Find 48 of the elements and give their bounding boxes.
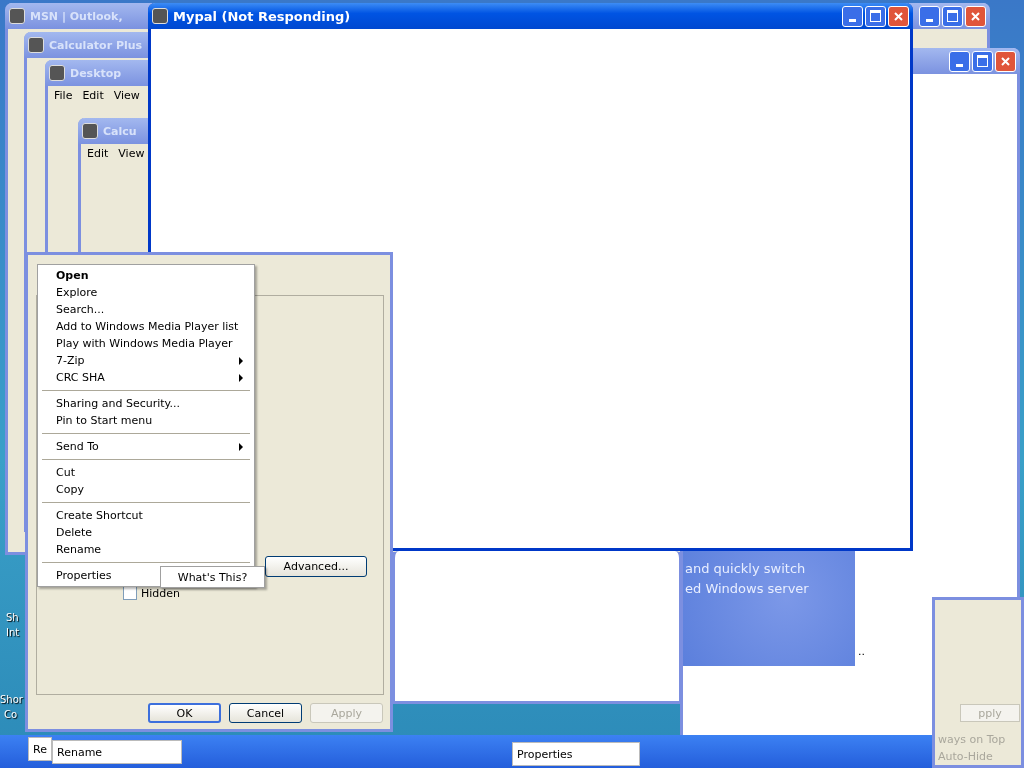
app-icon xyxy=(9,8,25,24)
taskbar-item[interactable]: Properties xyxy=(512,742,640,766)
option-label: ways on Top xyxy=(938,733,1006,746)
dialog-button[interactable]: Cancel xyxy=(229,703,302,723)
app-icon xyxy=(82,123,98,139)
tooltip: What's This? xyxy=(160,566,265,588)
window-title: Calcu xyxy=(103,124,137,138)
taskbar-item[interactable]: Rename xyxy=(52,740,182,764)
menu-item[interactable]: Pin to Start menu xyxy=(41,412,251,429)
menu-item[interactable]: Explore xyxy=(41,284,251,301)
dialog-button[interactable]: OK xyxy=(148,703,221,723)
desktop-icon-label[interactable]: Co xyxy=(4,709,18,720)
menu-item[interactable]: View xyxy=(113,89,140,102)
window-title: MSN | Outlook, xyxy=(30,9,123,23)
menu-item[interactable]: Open xyxy=(41,267,251,284)
minimize-icon[interactable] xyxy=(842,5,863,27)
option-label: Auto-Hide xyxy=(938,750,993,763)
advanced-button[interactable]: Advanced... xyxy=(265,556,367,577)
window-title: Mypal (Not Responding) xyxy=(173,8,351,24)
menu-item[interactable]: CRC SHA xyxy=(41,369,251,386)
menu-item[interactable]: Rename xyxy=(41,541,251,558)
app-icon xyxy=(49,65,65,81)
menu-item[interactable]: Copy xyxy=(41,481,251,498)
app-icon xyxy=(28,37,44,53)
app-icon xyxy=(152,8,168,24)
ellipsis-text: .. xyxy=(858,645,865,658)
menu-item[interactable]: Create Shortcut xyxy=(41,507,251,524)
checkbox-label: Hidden xyxy=(141,586,181,600)
menu-item[interactable]: Sharing and Security... xyxy=(41,395,251,412)
menu-item[interactable]: Send To xyxy=(41,438,251,455)
splash-text: ed Windows server xyxy=(685,580,810,598)
menu-item[interactable]: Edit xyxy=(87,147,109,160)
taskbar-item[interactable]: Re xyxy=(28,737,52,761)
menu-item[interactable]: Delete xyxy=(41,524,251,541)
window-title: Calculator Plus xyxy=(49,38,143,52)
menu-item[interactable]: Cut xyxy=(41,464,251,481)
menu-item[interactable]: 7-Zip xyxy=(41,352,251,369)
menu-item[interactable]: Edit xyxy=(82,89,104,102)
window-title: Desktop xyxy=(70,66,122,80)
menu-item[interactable]: Search... xyxy=(41,301,251,318)
close-icon[interactable] xyxy=(888,5,909,27)
maximize-icon[interactable] xyxy=(865,5,886,27)
menu-item[interactable]: Add to Windows Media Player list xyxy=(41,318,251,335)
menu-item[interactable]: File xyxy=(54,89,73,102)
menu-item[interactable]: Play with Windows Media Player xyxy=(41,335,251,352)
menu-item[interactable]: View xyxy=(118,147,145,160)
desktop-icon-label[interactable]: Shor xyxy=(0,694,23,705)
splash-text: and quickly switch xyxy=(685,560,807,578)
